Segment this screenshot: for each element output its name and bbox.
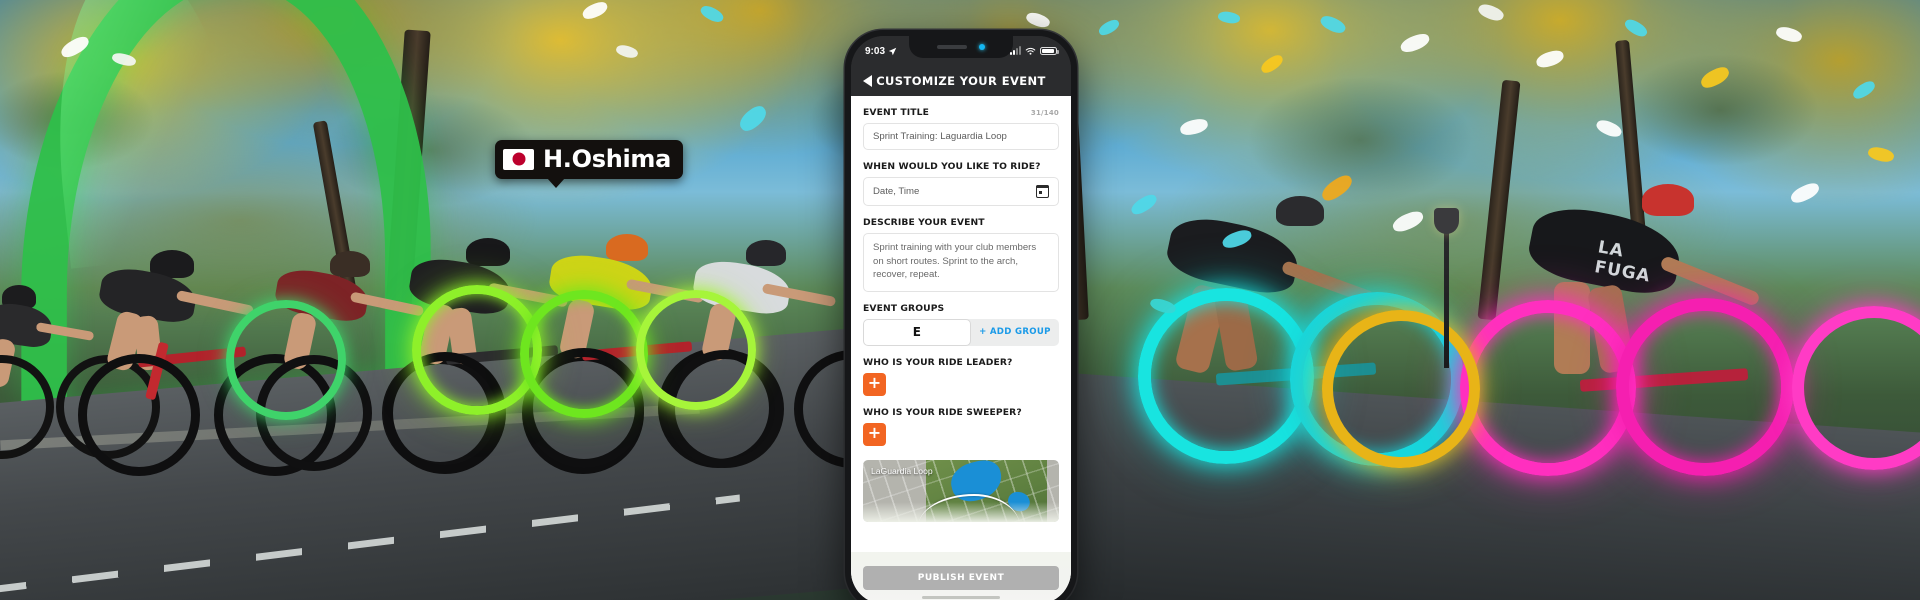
earpiece-speaker [937,45,967,49]
add-group-button[interactable]: + ADD GROUP [971,319,1059,346]
rider-name-tag: H.Oshima [495,140,684,188]
event-title-label-row: EVENT TITLE 31/140 [863,107,1059,118]
plus-icon: + [867,373,882,393]
screenshot-root: LA FUGA H.Oshima 9:03 CUSTOMIZE YOUR EVE… [0,0,1920,600]
ride-leader-label: WHO IS YOUR RIDE LEADER? [863,357,1059,368]
front-camera-icon [979,44,985,50]
ride-datetime-input[interactable]: Date, Time [863,177,1059,206]
form-body: EVENT TITLE 31/140 Sprint Training: Lagu… [851,96,1071,600]
glow-wheel [636,290,756,410]
add-ride-sweeper-button[interactable]: + [863,422,886,446]
lamp-post [1444,228,1449,368]
glow-wheel [1322,310,1480,468]
event-groups-label-text: EVENT GROUPS [863,302,945,314]
japan-flag-icon [503,148,534,170]
calendar-icon[interactable] [1035,184,1050,198]
phone-screen: 9:03 CUSTOMIZE YOUR EVENT EVENT TITLE 31… [851,36,1071,600]
phone-notch [909,36,1013,58]
ride-sweeper-label: WHO IS YOUR RIDE SWEEPER? [863,407,1059,418]
glow-wheel [520,290,648,418]
describe-label: DESCRIBE YOUR EVENT [863,217,1059,228]
describe-label-text: DESCRIBE YOUR EVENT [863,217,985,228]
status-bar-right [1010,46,1059,56]
phone-mockup: 9:03 CUSTOMIZE YOUR EVENT EVENT TITLE 31… [845,30,1077,600]
event-groups-row: E + ADD GROUP [863,318,1059,346]
plus-icon: + [867,423,882,443]
glow-wheel [226,300,346,420]
event-title-value: Sprint Training: Laguardia Loop [873,131,1007,142]
route-map-card[interactable]: LaGuardia Loop [863,459,1059,522]
page-title: CUSTOMIZE YOUR EVENT [876,74,1046,88]
describe-textarea[interactable]: Sprint training with your club members o… [863,233,1059,292]
event-title-label: EVENT TITLE [863,107,930,118]
ride-sweeper-label-text: WHO IS YOUR RIDE SWEEPER? [863,406,1022,418]
wifi-icon [1025,47,1036,55]
ride-datetime-label: WHEN WOULD YOU LIKE TO RIDE? [863,161,1059,172]
status-bar-left: 9:03 [865,46,897,57]
event-title-counter: 31/140 [1030,109,1059,117]
event-group-chip[interactable]: E [863,318,971,346]
glow-wheel [1616,298,1794,476]
status-bar: 9:03 [851,36,1071,66]
event-groups-label: EVENT GROUPS [863,303,1059,314]
glow-wheel [1460,300,1636,476]
ride-datetime-label-text: WHEN WOULD YOU LIKE TO RIDE? [863,161,1041,172]
ride-leader-label-text: WHO IS YOUR RIDE LEADER? [863,356,1013,368]
map-fade-overlay [863,501,1059,522]
home-indicator[interactable] [922,595,1000,599]
location-arrow-icon [888,47,897,55]
publish-event-button[interactable]: PUBLISH EVENT [863,566,1059,590]
ride-datetime-placeholder: Date, Time [873,186,920,197]
footer-bar: PUBLISH EVENT [851,552,1071,600]
rider-name-label: H.Oshima [543,145,672,173]
lamp-head [1434,208,1459,234]
cellular-signal-icon [1010,46,1021,55]
battery-icon [1040,46,1059,56]
back-arrow-icon[interactable] [863,75,872,87]
nav-bar: CUSTOMIZE YOUR EVENT [851,66,1071,96]
event-title-input[interactable]: Sprint Training: Laguardia Loop [863,123,1059,150]
add-ride-leader-button[interactable]: + [863,372,886,396]
status-time: 9:03 [865,45,886,57]
route-name-label: LaGuardia Loop [871,465,933,476]
glow-wheel [1138,288,1314,464]
